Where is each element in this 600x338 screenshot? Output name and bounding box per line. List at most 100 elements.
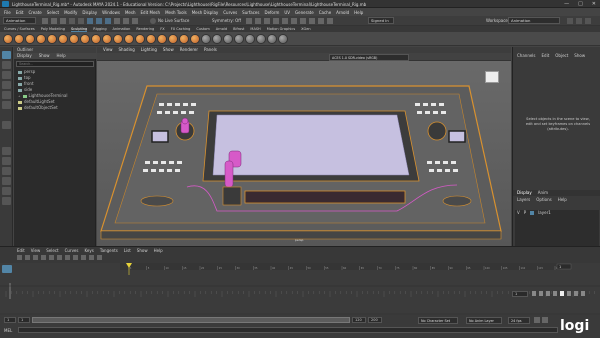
key-mode-icon[interactable] [2,265,12,273]
go-to-end-icon[interactable] [581,291,585,296]
shelf-tab-sculpting[interactable]: Sculpting [70,27,88,32]
menu-file[interactable]: File [4,10,11,15]
menu-cache[interactable]: Cache [319,10,331,15]
shelf-tab-poly[interactable]: Poly Modeling [41,27,65,31]
select-by-object-icon[interactable] [96,18,102,24]
settings-icon[interactable] [567,18,573,24]
step-forward-frame-icon[interactable] [567,291,571,296]
outliner-persp-icon[interactable] [2,187,11,195]
zoom-icon[interactable] [2,197,11,205]
wax-tool-icon[interactable] [114,35,122,43]
smooth-tool-icon[interactable] [15,35,23,43]
scrape-tool-icon[interactable] [125,35,133,43]
outliner-menu-show[interactable]: Show [39,53,50,59]
select-tool-icon[interactable] [2,51,11,59]
paint-select-icon[interactable] [2,71,11,79]
scale-tool-icon[interactable] [2,101,11,109]
mask-tool-icon[interactable] [202,35,210,43]
color-space-dropdown[interactable]: ACES 1.0 SDR-video (sRGB) [329,54,409,61]
invert-freeze-icon[interactable] [224,35,232,43]
spray-tool-icon[interactable] [81,35,89,43]
play-backwards-icon[interactable] [553,291,557,296]
menu-mesh-tools[interactable]: Mesh Tools [165,10,187,15]
shelf-tab-fx[interactable]: FX [160,27,164,31]
graph-menu-list[interactable]: List [124,248,131,254]
menu-windows[interactable]: Windows [102,10,120,15]
render-setup-icon[interactable] [282,18,288,24]
amplify-tool-icon[interactable] [180,35,188,43]
break-tangent-icon[interactable] [89,255,94,260]
outliner-item[interactable]: defaultObjectSet [18,105,58,111]
redo-icon[interactable] [78,18,84,24]
snap-point-icon[interactable] [132,18,138,24]
command-language[interactable]: MEL [4,328,12,333]
bulge-tool-icon[interactable] [169,35,177,43]
frame-selection-icon[interactable] [49,255,54,260]
menu-curves[interactable]: Curves [223,10,237,15]
channel-box-icon[interactable] [327,18,333,24]
render-icon[interactable] [246,18,252,24]
shelf-tab-fx-caching[interactable]: FX Caching [171,27,191,31]
rotate-tool-icon[interactable] [2,91,11,99]
snap-curve-icon[interactable] [123,18,129,24]
view-cube-icon[interactable] [485,71,499,83]
shelf-tab-custom[interactable]: Custom [196,27,209,31]
go-to-start-icon[interactable] [532,291,536,296]
settings-shelf-icon[interactable] [279,35,287,43]
panel-toggle-icon[interactable] [585,18,591,24]
range-slider[interactable] [32,317,350,323]
menu-create[interactable]: Create [28,10,41,15]
menu-edit[interactable]: Edit [16,10,24,15]
lasso-tool-icon[interactable] [2,61,11,69]
menu-display[interactable]: Display [82,10,97,15]
last-tool-icon[interactable] [2,121,11,129]
anim-frame-field[interactable]: 1 [512,291,528,297]
blend-shape-icon[interactable] [246,35,254,43]
hypershade-icon[interactable] [273,18,279,24]
menu-help[interactable]: Help [354,10,363,15]
step-back-key-icon[interactable] [539,291,543,296]
knife-tool-icon[interactable] [147,35,155,43]
modeling-toolkit-icon[interactable] [300,18,306,24]
layer-tab-display[interactable]: Display [517,190,532,196]
imprint-tool-icon[interactable] [103,35,111,43]
step-forward-key-icon[interactable] [574,291,578,296]
live-surface-label[interactable]: No Live Surface [158,18,189,23]
grab-tool-icon[interactable] [37,35,45,43]
repeat-tool-icon[interactable] [92,35,100,43]
menu-deform[interactable]: Deform [264,10,279,15]
linear-tangent-icon[interactable] [73,255,78,260]
shelf-tab-xgen[interactable]: XGen [301,27,310,31]
minimize-button[interactable]: — [564,1,569,7]
tool-settings-icon[interactable] [318,18,324,24]
shelf-tab-rigging[interactable]: Rigging [93,27,106,31]
freeze-tool-icon[interactable] [191,35,199,43]
pinch-tool-icon[interactable] [48,35,56,43]
move-tool-icon[interactable] [2,81,11,89]
new-scene-icon[interactable] [42,18,48,24]
playback-end-field[interactable]: 120 [352,317,366,323]
loop-icon[interactable] [534,317,540,323]
symmetry-label[interactable]: Symmetry: Off [212,18,241,23]
foamy-tool-icon[interactable] [70,35,78,43]
shelf-tab-curves[interactable]: Curves / Surfaces [4,27,35,31]
layer-color-swatch[interactable] [530,211,535,215]
open-scene-icon[interactable] [51,18,57,24]
frame-all-icon[interactable] [41,255,46,260]
flatten-tool-icon[interactable] [59,35,67,43]
shelf-tab-motion-graphics[interactable]: Motion Graphics [267,27,295,31]
save-scene-icon[interactable] [60,18,66,24]
shelf-tab-rendering[interactable]: Rendering [136,27,154,31]
play-forwards-icon[interactable] [560,291,564,296]
channel-menu-edit[interactable]: Edit [542,53,550,59]
single-pane-icon[interactable] [2,147,11,155]
terminal-model[interactable]: persp [97,61,511,246]
uv-editor-icon[interactable] [268,35,276,43]
workspace-dropdown[interactable]: Animation [508,17,560,24]
move-key-icon[interactable] [17,255,22,260]
layer-tab-anim[interactable]: Anim [538,190,548,196]
graph-menu-select[interactable]: Select [46,248,58,254]
auto-tangent-icon[interactable] [57,255,62,260]
ipr-render-icon[interactable] [255,18,261,24]
four-pane-icon[interactable] [2,157,11,165]
